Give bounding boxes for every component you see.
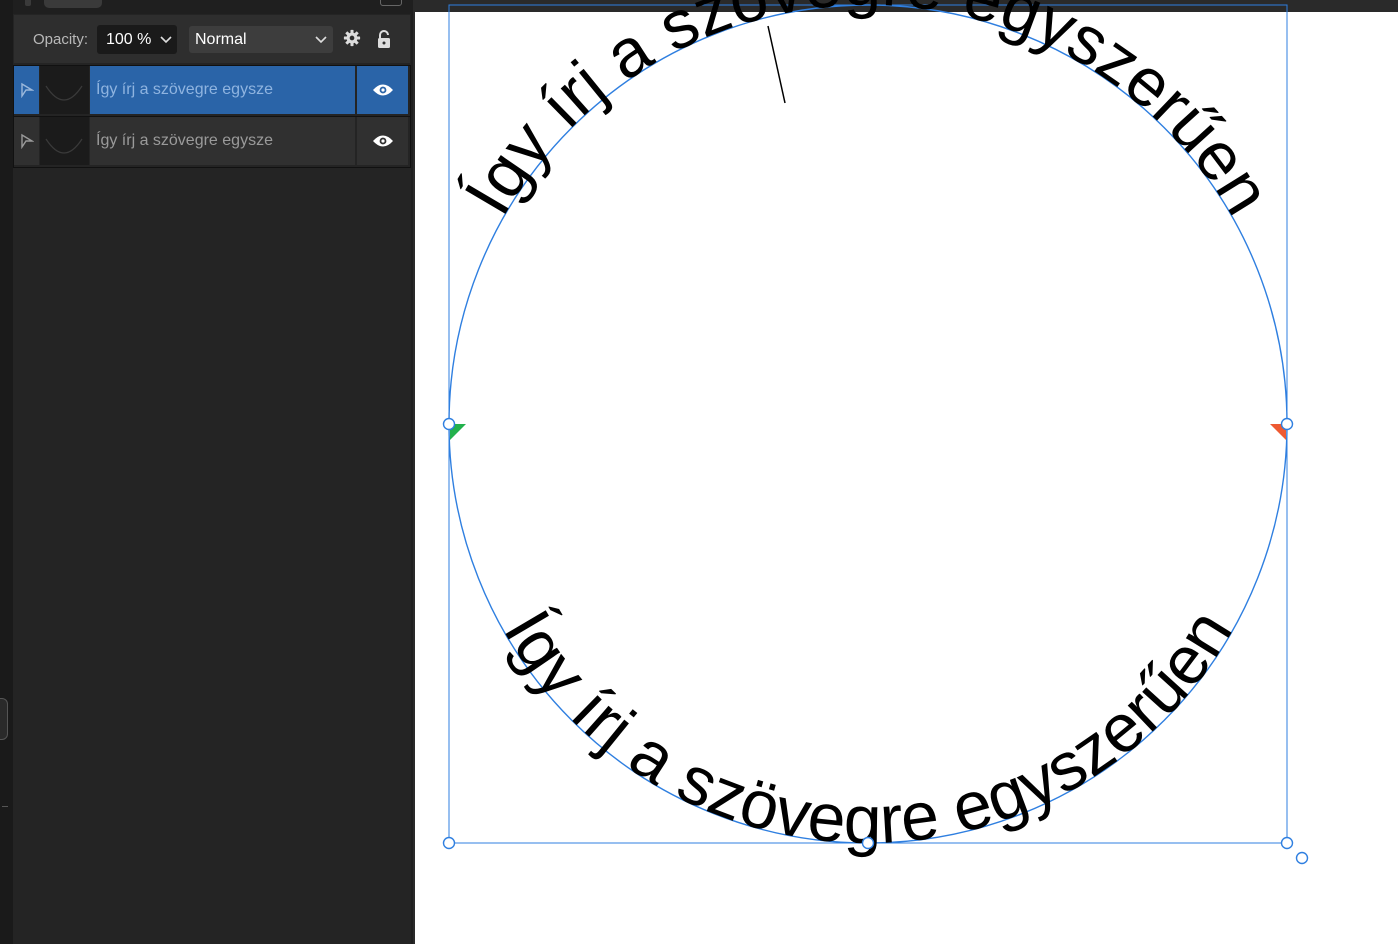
handle-bottom-left[interactable] — [442, 836, 456, 850]
top-path-text[interactable]: Így írj a szövegre egyszerűen — [450, 0, 1286, 227]
handle-bottom-right[interactable] — [1280, 836, 1294, 850]
handle-right[interactable] — [1280, 417, 1294, 431]
handle-left[interactable] — [442, 417, 456, 431]
text-caret — [767, 25, 786, 104]
bottom-path-text[interactable]: Így írj a szövegre egyszerűen — [489, 597, 1246, 859]
rotation-handle[interactable] — [1295, 851, 1309, 865]
handle-bottom-center[interactable] — [861, 836, 875, 850]
canvas-artwork[interactable]: Így írj a szövegre egyszerűen Így írj a … — [0, 0, 1398, 944]
